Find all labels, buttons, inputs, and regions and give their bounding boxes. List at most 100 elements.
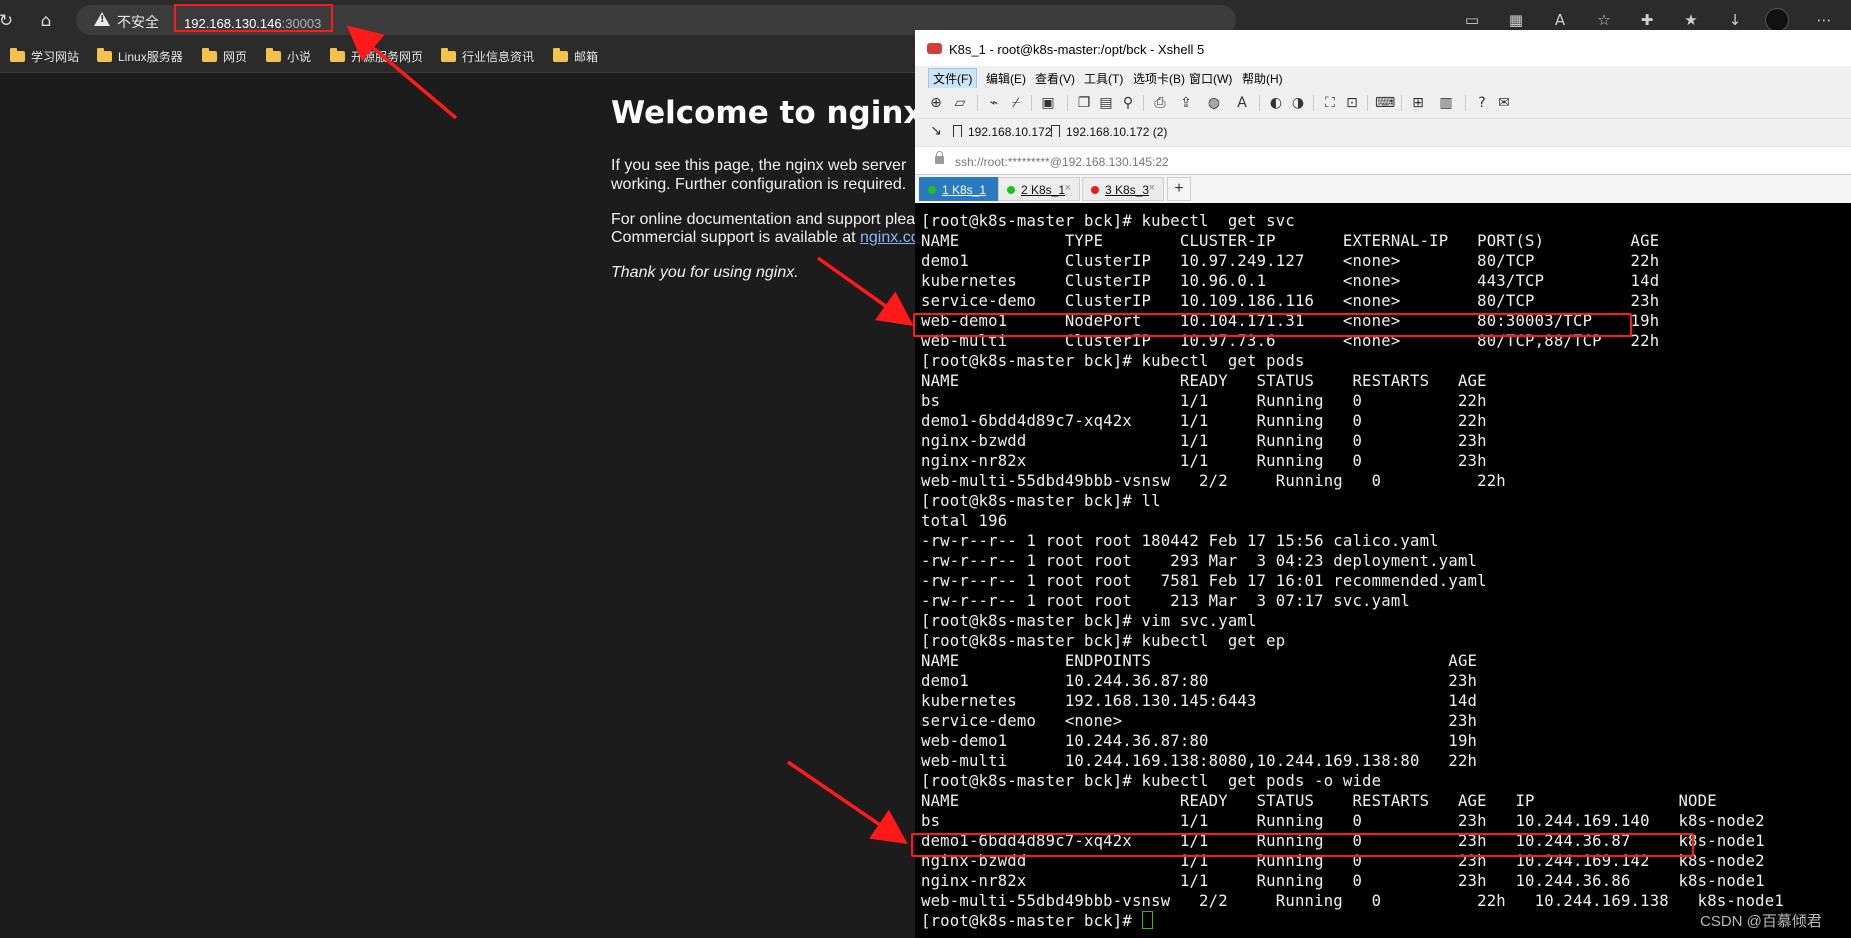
folder-icon — [10, 48, 25, 62]
paragraph-line: working. Further configuration is requir… — [611, 176, 907, 193]
menu-tools[interactable]: 工具(T) — [1080, 69, 1127, 88]
bookmark-folder[interactable]: 网页 — [202, 48, 247, 66]
add-favorite-icon[interactable]: ☆ — [1592, 8, 1616, 32]
favorites-icon[interactable]: ★ — [1679, 8, 1703, 32]
menu-file[interactable]: 文件(F) — [928, 68, 978, 89]
toolbar-divider — [1259, 95, 1260, 111]
disconnect-icon[interactable]: ⌿ — [1007, 94, 1025, 112]
menu-window[interactable]: 窗口(W) — [1185, 69, 1236, 88]
terminal-line: -rw-r--r-- 1 root root 7581 Feb 17 16:01… — [921, 572, 1487, 590]
warning-icon[interactable] — [94, 12, 110, 26]
transfer-icon[interactable]: ⇪ — [1177, 94, 1195, 112]
paragraph-line: For online documentation and support ple… — [611, 211, 916, 228]
window-title: K8s_1 - root@k8s-master:/opt/bck - Xshel… — [949, 42, 1205, 57]
reading-view-icon[interactable]: ▭ — [1460, 8, 1484, 32]
find-icon[interactable]: ⚲ — [1119, 94, 1137, 112]
terminal-line: kubernetes 192.168.130.145:6443 14d — [921, 692, 1478, 710]
help-icon[interactable]: ? — [1473, 94, 1491, 112]
keyboard-icon[interactable]: ⌨ — [1375, 94, 1395, 112]
new-tab-icon[interactable]: ⊞ — [1409, 94, 1427, 112]
home-icon[interactable]: ⌂ — [34, 9, 58, 33]
bookmark-icon — [1051, 125, 1060, 137]
refresh-icon[interactable]: ↻ — [0, 9, 18, 33]
downloads-icon[interactable]: ↓ — [1723, 8, 1747, 32]
session-link[interactable]: 192.168.10.172 — [953, 125, 1051, 139]
new-session-icon[interactable]: ⊕ — [927, 94, 945, 112]
xshell-toolbar: ⊕ ▱ ⌁ ⌿ ▣ ❐ ▤ ⚲ ⎙ ⇪ ◍ A ◐ ◑ ⛶ ⊡ ⌨ ⊞ ▥ ? … — [915, 88, 1851, 118]
bookmark-folder[interactable]: 行业信息资讯 — [441, 48, 534, 66]
terminal-line: web-demo1 10.244.36.87:80 19h — [921, 732, 1478, 750]
ssh-address[interactable]: ssh://root:*********@192.168.130.145:22 — [955, 155, 1169, 169]
bookmark-folder[interactable]: 开源服务网页 — [330, 48, 423, 66]
terminal-line: web-multi-55dbd49bbb-vsnsw 2/2 Running 0… — [921, 892, 1784, 910]
terminal-line: -rw-r--r-- 1 root root 213 Mar 3 07:17 s… — [921, 592, 1410, 610]
terminal-line: NAME READY STATUS RESTARTS AGE IP NODE — [921, 792, 1717, 810]
globe-icon[interactable]: ◍ — [1205, 94, 1223, 112]
security-label[interactable]: 不安全 — [117, 12, 159, 32]
url-highlight-box — [174, 4, 333, 32]
status-dot-icon — [1007, 186, 1015, 194]
tab-k8s-3[interactable]: 3 K8s_3 × — [1082, 177, 1164, 201]
prompt-text: [root@k8s-master bck]# — [921, 912, 1142, 930]
terminal-line: -rw-r--r-- 1 root root 293 Mar 3 04:23 d… — [921, 552, 1478, 570]
bookmark-folder[interactable]: 小说 — [266, 48, 311, 66]
more-icon[interactable]: ⋯ — [1812, 8, 1836, 32]
paste-icon[interactable]: ▤ — [1097, 94, 1115, 112]
xshell-titlebar[interactable]: K8s_1 - root@k8s-master:/opt/bck - Xshel… — [915, 30, 1851, 70]
session-arrow-icon[interactable]: ↘ — [927, 122, 945, 140]
bookmark-folder[interactable]: Linux服务器 — [97, 48, 183, 66]
properties-icon[interactable]: ▣ — [1039, 94, 1057, 112]
bookmark-label: 行业信息资讯 — [462, 50, 535, 64]
terminal-line: service-demo ClusterIP 10.109.186.116 <n… — [921, 292, 1660, 310]
layout-icon[interactable]: ▥ — [1437, 94, 1455, 112]
terminal-line: [root@k8s-master bck]# ll — [921, 492, 1161, 510]
watermark: CSDN @百慕倾君 — [1700, 913, 1822, 930]
extensions-icon[interactable]: ✚ — [1635, 8, 1659, 32]
folder-icon — [330, 48, 345, 62]
read-aloud-icon[interactable]: A — [1548, 8, 1572, 32]
toolbar-divider — [977, 95, 978, 111]
fullscreen-icon[interactable]: ⛶ — [1321, 94, 1339, 112]
chat-icon[interactable]: ✉ — [1495, 94, 1513, 112]
folder-icon — [441, 48, 456, 62]
copy-icon[interactable]: ❐ — [1075, 94, 1093, 112]
terminal-line: NAME ENDPOINTS AGE — [921, 652, 1478, 670]
reconnect-icon[interactable]: ⌁ — [985, 94, 1003, 112]
terminal-line: demo1 10.244.36.87:80 23h — [921, 672, 1478, 690]
lock-icon[interactable]: ⊡ — [1343, 94, 1361, 112]
terminal-line: [root@k8s-master bck]# vim svc.yaml — [921, 612, 1257, 630]
toolbar-divider — [1401, 95, 1402, 111]
close-icon[interactable]: × — [1149, 182, 1155, 194]
menu-tabs[interactable]: 选项卡(B) — [1129, 69, 1189, 88]
profile-avatar[interactable] — [1765, 8, 1789, 32]
bookmark-folder[interactable]: 学习网站 — [10, 48, 79, 66]
menu-help[interactable]: 帮助(H) — [1238, 69, 1287, 88]
status-dot-icon — [1091, 186, 1099, 194]
menu-edit[interactable]: 编辑(E) — [982, 69, 1030, 88]
xftp-icon[interactable]: ◑ — [1289, 94, 1307, 112]
toolbar-divider — [1367, 95, 1368, 111]
toolbar-divider — [1067, 95, 1068, 111]
terminal-line: total 196 — [921, 512, 1008, 530]
open-folder-icon[interactable]: ▱ — [951, 94, 969, 112]
folder-icon — [97, 48, 112, 62]
close-icon[interactable]: × — [1065, 182, 1071, 194]
session-link[interactable]: 192.168.10.172 (2) — [1051, 125, 1167, 139]
thanks-text: Thank you for using nginx. — [611, 264, 799, 281]
terminal-line: service-demo <none> 23h — [921, 712, 1478, 730]
font-icon[interactable]: A — [1233, 94, 1251, 112]
menu-bar: 文件(F) 编辑(E) 查看(V) 工具(T) 选项卡(B) 窗口(W) 帮助(… — [915, 66, 1851, 89]
ssh-address-bar[interactable]: ssh://root:*********@192.168.130.145:22 — [915, 146, 1851, 175]
print-icon[interactable]: ⎙ — [1151, 94, 1169, 112]
tab-k8s-1-second[interactable]: 2 K8s_1 × — [998, 177, 1080, 201]
bookmark-label: 邮箱 — [574, 50, 599, 64]
script-icon[interactable]: ◐ — [1267, 94, 1285, 112]
nginx-link[interactable]: nginx.co — [860, 229, 920, 246]
add-tab-button[interactable]: + — [1167, 177, 1191, 201]
qr-code-icon[interactable]: ▦ — [1504, 8, 1528, 32]
xshell-window: K8s_1 - root@k8s-master:/opt/bck - Xshel… — [915, 30, 1851, 938]
folder-icon — [553, 48, 568, 62]
bookmark-folder[interactable]: 邮箱 — [553, 48, 598, 66]
session-bar: ↘ 192.168.10.172 192.168.10.172 (2) — [915, 118, 1851, 146]
menu-view[interactable]: 查看(V) — [1031, 69, 1079, 88]
